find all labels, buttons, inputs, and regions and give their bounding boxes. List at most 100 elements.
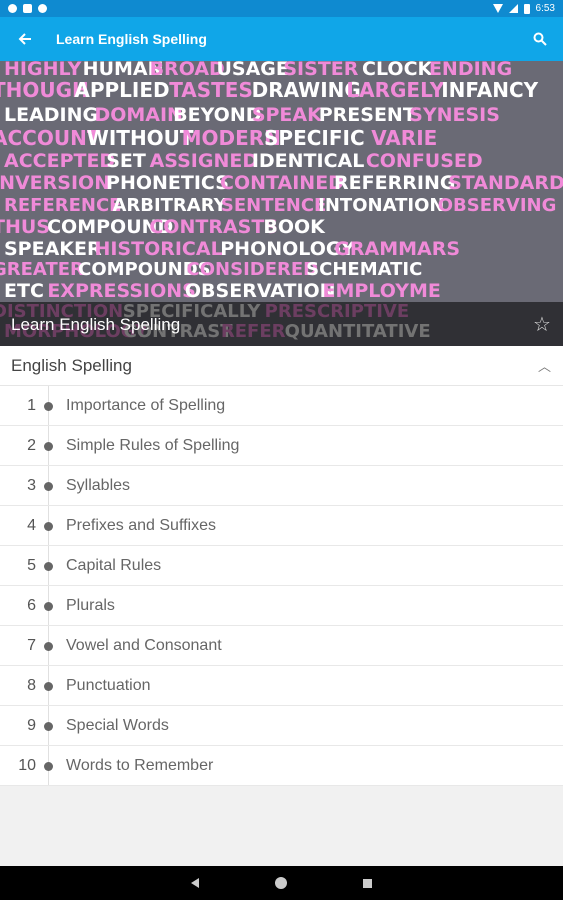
- word-cloud-word: SPECIFIC: [264, 126, 365, 150]
- timeline-dot-icon: [44, 602, 53, 611]
- word-cloud-word: LEADING: [4, 104, 98, 126]
- timeline-dot-icon: [44, 642, 53, 651]
- word-cloud-word: CONFUSED: [366, 150, 483, 172]
- app-title: Learn English Spelling: [56, 31, 207, 47]
- hero-title: Learn English Spelling: [11, 315, 181, 334]
- sd-card-icon: [23, 4, 32, 13]
- word-cloud-word: REFERRING: [334, 172, 455, 194]
- timeline-dot-icon: [44, 562, 53, 571]
- chapter-number: 4: [27, 516, 36, 534]
- chapter-number: 3: [27, 476, 36, 494]
- chapter-item[interactable]: 6 Plurals: [0, 586, 563, 626]
- word-cloud-word: SPEAK: [252, 104, 323, 126]
- chapter-label: Punctuation: [66, 676, 151, 694]
- chapter-item[interactable]: 1 Importance of Spelling: [0, 386, 563, 426]
- chapter-label: Vowel and Consonant: [66, 636, 222, 654]
- nav-home-icon[interactable]: [275, 877, 287, 889]
- word-cloud-word: PHONETICS: [106, 172, 229, 194]
- battery-icon: [523, 3, 530, 14]
- hero-banner: HIGHLY HUMAN BROAD USAGE SISTER CLOCK ENDING TH…: [0, 61, 563, 346]
- signal-icon: [508, 4, 518, 13]
- word-cloud-word: SENTENCE: [221, 195, 326, 216]
- chapter-item[interactable]: 7 Vowel and Consonant: [0, 626, 563, 666]
- word-cloud-word: VARIE: [371, 126, 437, 150]
- wifi-icon: [492, 4, 503, 13]
- chapter-number: 6: [27, 596, 36, 614]
- chapter-item[interactable]: 4 Prefixes and Suffixes: [0, 506, 563, 546]
- word-cloud-word: INFANCY: [441, 78, 538, 102]
- word-cloud-word: OBSERVATION: [185, 280, 336, 302]
- chapter-number: 9: [27, 716, 36, 734]
- timeline-dot-icon: [44, 442, 53, 451]
- word-cloud-word: INTONATION: [318, 195, 444, 216]
- word-cloud-word: WITHOUT: [87, 126, 194, 150]
- word-cloud-word: TASTES: [169, 78, 253, 102]
- back-button[interactable]: [0, 17, 50, 61]
- chapter-number: 5: [27, 556, 36, 574]
- word-cloud-word: DRAWING: [252, 78, 361, 102]
- chapter-item[interactable]: 8 Punctuation: [0, 666, 563, 706]
- section-title: English Spelling: [11, 355, 132, 375]
- timeline-dot-icon: [44, 682, 53, 691]
- chapter-number: 8: [27, 676, 36, 694]
- search-button[interactable]: [517, 17, 563, 61]
- timeline-dot-icon: [44, 482, 53, 491]
- word-cloud-word: SYNESIS: [409, 104, 500, 126]
- word-cloud-word: IDENTICAL: [252, 150, 365, 172]
- word-cloud-word: SET: [106, 150, 146, 172]
- nav-back-icon[interactable]: [191, 878, 199, 888]
- chapter-number: 7: [27, 636, 36, 654]
- word-cloud-word: ETC: [4, 280, 44, 302]
- word-cloud-word: STANDARD: [448, 172, 563, 194]
- chapter-number: 10: [18, 756, 36, 774]
- word-cloud-word: DOMAIN: [94, 104, 183, 126]
- word-cloud-word: APPLIED: [74, 78, 169, 102]
- word-cloud-word: ACCOUNT: [0, 126, 101, 150]
- chapter-section: English Spelling ︿ 1 Importance of Spelli…: [0, 346, 563, 786]
- timeline-dot-icon: [44, 402, 53, 411]
- word-cloud-word: SCHEMATIC: [306, 259, 422, 280]
- word-cloud-word: INVERSION: [0, 172, 110, 194]
- chapter-number: 2: [27, 436, 36, 454]
- word-cloud-word: EMPLOYME: [323, 280, 441, 302]
- system-nav-bar: [0, 866, 563, 900]
- word-cloud-word: GREATER: [0, 259, 84, 280]
- word-cloud-word: OBSERVING: [438, 195, 557, 216]
- word-cloud-word: EXPRESSIONS: [47, 280, 195, 302]
- word-cloud-word: ARBITRARY: [112, 195, 227, 216]
- chapter-label: Prefixes and Suffixes: [66, 516, 217, 534]
- search-icon: [533, 32, 547, 46]
- sync-icon: [38, 4, 47, 13]
- chevron-up-icon: ︿: [537, 359, 551, 374]
- word-cloud-word: CONTAINED: [220, 172, 344, 194]
- word-cloud-word: BOOK: [263, 216, 326, 238]
- word-cloud-word: PRESENT: [319, 104, 416, 126]
- chapter-label: Syllables: [66, 476, 131, 494]
- chapter-number: 1: [27, 396, 36, 414]
- word-cloud-word: ACCEPTED: [4, 150, 115, 172]
- chapter-item[interactable]: 2 Simple Rules of Spelling: [0, 426, 563, 466]
- word-cloud-word: GRAMMARS: [334, 238, 460, 260]
- chapter-item[interactable]: 10 Words to Remember: [0, 746, 563, 786]
- word-cloud-word: BEYOND: [173, 104, 261, 126]
- word-cloud-word: REFERENCE: [4, 195, 121, 216]
- arrow-left-icon: [18, 33, 31, 45]
- chapter-item[interactable]: 9 Special Words: [0, 706, 563, 746]
- word-cloud-word: LARGELY: [346, 78, 444, 102]
- word-cloud-word: THUS: [0, 216, 50, 238]
- chapter-list: 1 Importance of Spelling 2 Simple Rules of …: [0, 386, 563, 786]
- chapter-item[interactable]: 5 Capital Rules: [0, 546, 563, 586]
- nav-recents-icon[interactable]: [363, 878, 372, 888]
- timeline-dot-icon: [44, 522, 53, 531]
- app-bar: Learn English Spelling: [0, 17, 563, 61]
- word-cloud-word: HISTORICAL: [94, 238, 222, 260]
- chapter-item[interactable]: 3 Syllables: [0, 466, 563, 506]
- favorite-star-icon[interactable]: ☆: [531, 314, 553, 336]
- settings-icon: [8, 4, 17, 13]
- section-header[interactable]: English Spelling ︿: [0, 346, 563, 386]
- chapter-label: Simple Rules of Spelling: [66, 436, 240, 454]
- chapter-label: Plurals: [66, 596, 115, 614]
- word-cloud-word: CONTRASTS: [149, 216, 278, 238]
- timeline-dot-icon: [44, 722, 53, 731]
- chapter-label: Words to Remember: [66, 756, 214, 774]
